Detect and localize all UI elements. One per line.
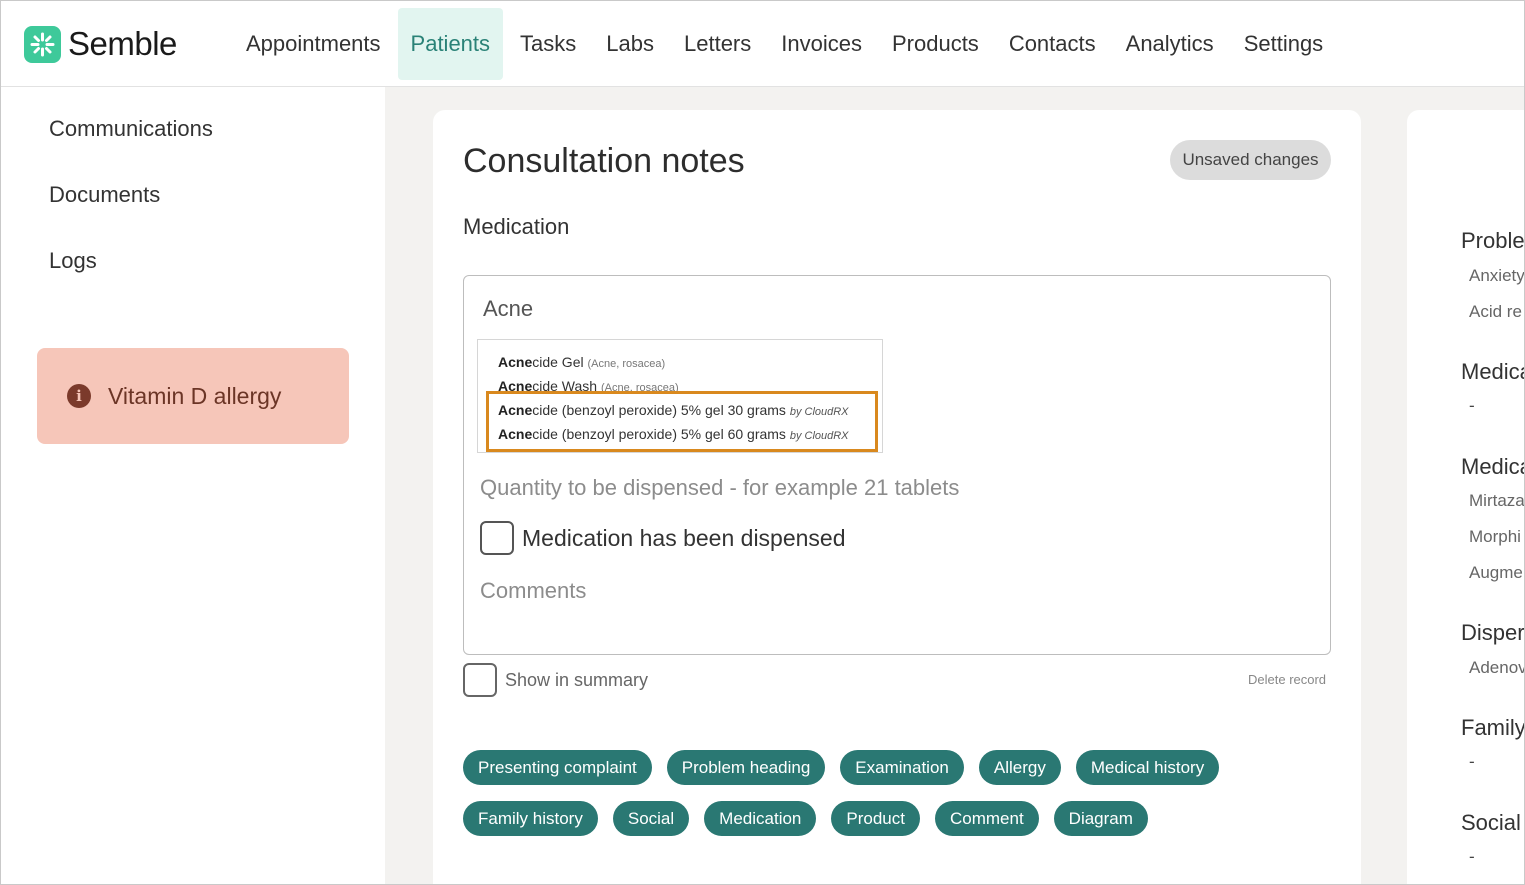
chip-product[interactable]: Product	[831, 801, 920, 836]
allergy-label: Vitamin D allergy	[108, 382, 282, 409]
chip-medical-history[interactable]: Medical history	[1075, 750, 1220, 785]
summary-heading: Medica	[1461, 359, 1525, 384]
chip-family-history[interactable]: Family history	[463, 801, 598, 836]
consultation-card: Consultation notes Unsaved changes Medic…	[433, 110, 1361, 884]
status-badge: Unsaved changes	[1170, 140, 1331, 180]
quantity-input[interactable]: Quantity to be dispensed - for example 2…	[480, 475, 959, 501]
dispensed-label: Medication has been dispensed	[522, 524, 846, 551]
main-nav: Appointments Patients Tasks Labs Letters…	[233, 8, 1340, 80]
chip-problem-heading[interactable]: Problem heading	[666, 750, 826, 785]
nav-products[interactable]: Products	[879, 8, 992, 80]
show-in-summary-toggle[interactable]: Show in summary	[463, 663, 648, 697]
summary-item: Morphi	[1469, 527, 1521, 546]
chip-social[interactable]: Social	[612, 801, 690, 836]
info-icon: i	[67, 384, 91, 408]
suggestion-meta: (Acne, rosacea)	[587, 358, 666, 370]
chip-medication[interactable]: Medication	[704, 801, 817, 836]
summary-heading: Disper	[1461, 620, 1525, 645]
nav-tasks[interactable]: Tasks	[507, 8, 589, 80]
chip-examination[interactable]: Examination	[840, 750, 964, 785]
show-in-summary-checkbox[interactable]	[463, 663, 497, 697]
summary-item: Acid re	[1469, 302, 1522, 321]
summary-item: -	[1469, 752, 1475, 771]
nav-appointments[interactable]: Appointments	[233, 8, 394, 80]
add-section-chips: Presenting complaint Problem heading Exa…	[463, 750, 1283, 852]
sidebar-item-documents[interactable]: Documents	[49, 182, 160, 208]
summary-item: -	[1469, 396, 1475, 415]
summary-heading: Social	[1461, 810, 1521, 835]
chip-presenting-complaint[interactable]: Presenting complaint	[463, 750, 652, 785]
summary-item: Adenov	[1469, 658, 1525, 677]
summary-heading: Medica	[1461, 454, 1525, 479]
app-window: Semble Appointments Patients Tasks Labs …	[0, 0, 1525, 885]
patient-sidebar: Communications Documents Logs i Vitamin …	[1, 87, 385, 884]
summary-item: -	[1469, 847, 1475, 866]
nav-letters[interactable]: Letters	[671, 8, 764, 80]
suggestion-item[interactable]: Acnecide Gel (Acne, rosacea)	[498, 350, 882, 374]
match-text: Acne	[498, 354, 533, 370]
nav-patients[interactable]: Patients	[397, 8, 504, 80]
highlight-box	[486, 391, 878, 452]
main-content: Consultation notes Unsaved changes Medic…	[385, 87, 1525, 884]
chip-allergy[interactable]: Allergy	[978, 750, 1061, 785]
nav-analytics[interactable]: Analytics	[1113, 8, 1227, 80]
brand-logo[interactable]: Semble	[24, 25, 177, 63]
page-title: Consultation notes	[463, 142, 745, 180]
dispensed-checkbox[interactable]	[480, 521, 514, 555]
medication-record: Acne Acnecide Gel (Acne, rosacea) Acneci…	[463, 275, 1331, 655]
chip-comment[interactable]: Comment	[934, 801, 1039, 836]
medication-search-input[interactable]: Acne	[483, 296, 533, 322]
semble-logo-icon	[24, 25, 61, 63]
summary-heading: Family	[1461, 715, 1525, 740]
summary-heading: Proble	[1461, 228, 1525, 253]
comments-input[interactable]: Comments	[480, 578, 586, 604]
section-title: Medication	[463, 214, 570, 239]
summary-item: Augme	[1469, 563, 1523, 582]
patient-summary-panel: Proble Anxiety Acid re Medica - Medica M…	[1407, 110, 1525, 884]
suggestion-name: cide Gel	[532, 354, 584, 370]
nav-invoices[interactable]: Invoices	[768, 8, 875, 80]
summary-item: Mirtaza	[1469, 491, 1525, 510]
top-navigation-bar: Semble Appointments Patients Tasks Labs …	[1, 1, 1524, 87]
summary-item: Anxiety	[1469, 266, 1525, 285]
dispensed-toggle[interactable]: Medication has been dispensed	[480, 521, 846, 555]
nav-labs[interactable]: Labs	[593, 8, 667, 80]
nav-settings[interactable]: Settings	[1231, 8, 1337, 80]
sidebar-item-logs[interactable]: Logs	[49, 248, 97, 274]
brand-name: Semble	[68, 25, 177, 62]
allergy-alert: i Vitamin D allergy	[37, 348, 349, 444]
nav-contacts[interactable]: Contacts	[996, 8, 1109, 80]
show-in-summary-label: Show in summary	[505, 669, 649, 690]
sidebar-item-communications[interactable]: Communications	[49, 116, 213, 142]
medication-suggestions: Acnecide Gel (Acne, rosacea) Acnecide Wa…	[477, 339, 883, 453]
chip-diagram[interactable]: Diagram	[1053, 801, 1148, 836]
delete-record-link[interactable]: Delete record	[1248, 672, 1326, 687]
